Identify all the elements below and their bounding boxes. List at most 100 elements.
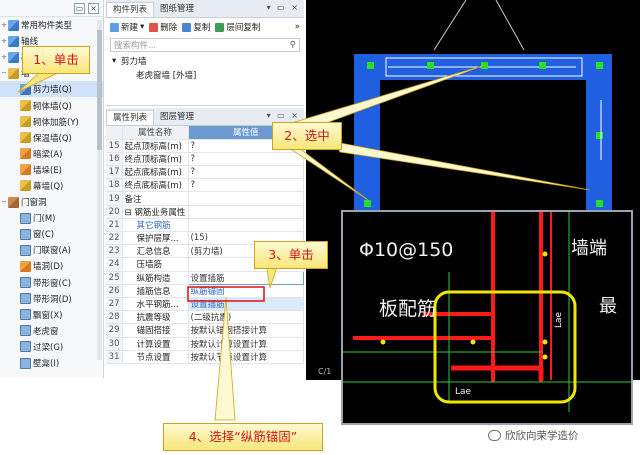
- delete-button[interactable]: 删除: [149, 21, 177, 33]
- property-value[interactable]: [188, 205, 304, 219]
- window-icon: [20, 228, 31, 240]
- column-icon: [8, 51, 19, 63]
- property-value[interactable]: ?: [188, 178, 304, 193]
- tree-item-niche[interactable]: 壁龛(I): [0, 355, 103, 371]
- new-button[interactable]: 新建 ▾: [110, 21, 144, 33]
- property-name: 水平钢筋...: [122, 297, 189, 312]
- tab-property-list[interactable]: 属性列表: [106, 110, 155, 125]
- chevron-down-icon[interactable]: ▾: [140, 22, 144, 32]
- row-number: 27: [106, 297, 123, 312]
- row-number: 24: [106, 257, 123, 272]
- rebar-dot: [380, 339, 386, 345]
- collapse-icon[interactable]: −: [0, 198, 8, 206]
- tree-item-door-window[interactable]: 门联窗(A): [0, 242, 103, 258]
- grip-node[interactable]: [539, 62, 546, 69]
- property-value[interactable]: 设置插筋: [187, 270, 304, 285]
- tree-item-strip-hole[interactable]: 带形洞(D): [0, 291, 103, 307]
- callout-step4: 4、选择“纵筋锚固”: [163, 423, 323, 451]
- collapse-icon[interactable]: ▾: [112, 56, 121, 66]
- curtain-wall-icon: [20, 180, 31, 192]
- tree-item-shear-wall[interactable]: 剪力墙(Q): [0, 81, 103, 98]
- row-number: 15: [106, 139, 123, 153]
- property-row[interactable]: 20 ⊟ 钢筋业务属性: [106, 205, 304, 219]
- rebar-dot: [470, 339, 476, 345]
- callout-step1: 1、单击: [22, 46, 90, 74]
- tab-component-list[interactable]: 构件列表: [106, 2, 155, 17]
- tab-layer-management[interactable]: 图层管理: [154, 110, 200, 125]
- tree-item-wall-hole[interactable]: 墙洞(D): [0, 258, 103, 274]
- grip-node[interactable]: [596, 200, 603, 207]
- property-value[interactable]: (二级抗震): [188, 310, 304, 325]
- grip-node[interactable]: [596, 62, 603, 69]
- tree-item-door[interactable]: 门(M): [0, 210, 103, 226]
- property-row[interactable]: 28 抗震等级 (二级抗震): [106, 310, 304, 325]
- tree-scrollbar-thumb[interactable]: [97, 30, 102, 150]
- grip-node[interactable]: [364, 200, 371, 207]
- property-row[interactable]: 25 纵筋构造 设置插筋: [106, 270, 304, 285]
- wall-end-label: 墙端: [571, 238, 607, 259]
- property-value[interactable]: 按默认计算设置计算: [188, 337, 304, 351]
- tree-item-dormer[interactable]: 老虎窗: [0, 323, 103, 339]
- property-row[interactable]: 31 节点设置 按默认节点设置计算: [106, 350, 304, 364]
- tab-drawing-management[interactable]: 图纸管理: [154, 2, 200, 17]
- tree-item-folder[interactable]: + 常用构件类型: [0, 17, 103, 33]
- property-row[interactable]: 19 备注: [106, 191, 304, 206]
- property-value[interactable]: 设置插筋: [188, 297, 304, 312]
- property-value[interactable]: ?: [188, 152, 304, 167]
- tree-scrollbar[interactable]: [97, 20, 102, 360]
- property-value[interactable]: [188, 218, 304, 233]
- tree-item-lintel[interactable]: 过梁(G): [0, 339, 103, 355]
- tree-item-label: 门(M): [33, 214, 56, 225]
- copy-button[interactable]: 复制: [182, 21, 210, 33]
- property-row[interactable]: 30 计算设置 按默认计算设置计算: [106, 337, 304, 351]
- expand-icon[interactable]: +: [0, 21, 8, 29]
- property-value[interactable]: [188, 191, 304, 206]
- search-icon[interactable]: ⚲: [290, 40, 296, 50]
- property-row[interactable]: 18 终点底标高(m)?: [106, 178, 304, 193]
- callout-step3: 3、单击: [254, 241, 328, 269]
- property-value[interactable]: ?: [188, 165, 304, 180]
- property-row[interactable]: 21 其它钢筋: [106, 218, 304, 233]
- component-search-input[interactable]: 搜索构件... ⚲: [110, 38, 300, 52]
- property-row[interactable]: 29 锚固搭接 按默认锚固搭接计算: [106, 323, 304, 338]
- property-row[interactable]: 17 起点底标高(m)?: [106, 165, 304, 180]
- tree-item-hidden-beam[interactable]: 暗梁(A): [0, 146, 103, 162]
- copy-label: 复制: [193, 23, 211, 33]
- grip-node[interactable]: [481, 62, 488, 69]
- property-row[interactable]: 16 终点顶标高(m)?: [106, 152, 304, 167]
- selected-left-wall[interactable]: [354, 54, 380, 210]
- close-icon[interactable]: ×: [88, 2, 99, 14]
- layer-copy-button[interactable]: 层间复制: [215, 21, 260, 33]
- tree-item-wall-pier[interactable]: 墙垛(E): [0, 162, 103, 178]
- tree-item-opening-group[interactable]: − 门窗洞: [0, 194, 103, 210]
- panel-controls[interactable]: ▾ ▭ ×: [267, 111, 300, 120]
- property-value[interactable]: 按默认锚固搭接计算: [188, 323, 304, 338]
- grip-node[interactable]: [596, 132, 603, 139]
- component-group-row[interactable]: ▾ 剪力墙: [106, 54, 304, 68]
- insulation-wall-icon: [20, 132, 31, 144]
- more-icon[interactable]: »: [295, 22, 300, 32]
- panel-controls[interactable]: ▾ ▭ ×: [267, 3, 300, 12]
- tree-item-strip-window[interactable]: 带形窗(C): [0, 275, 103, 291]
- tree-item-bay-window[interactable]: 飘窗(X): [0, 307, 103, 323]
- property-value[interactable]: 纵筋锚固: [188, 284, 304, 298]
- expand-icon[interactable]: +: [0, 37, 8, 45]
- grip-node[interactable]: [427, 62, 434, 69]
- property-row[interactable]: 26 插筋信息 纵筋锚固: [106, 284, 304, 298]
- expand-icon[interactable]: +: [0, 53, 8, 61]
- hidden-beam-icon: [20, 148, 31, 160]
- property-name: 汇总信息: [122, 244, 189, 259]
- slab-rebar-label: 板配筋: [379, 298, 436, 320]
- property-row[interactable]: 27 水平钢筋... 设置插筋: [106, 297, 304, 312]
- component-item-row[interactable]: 老虎窗墙 [外墙]: [106, 68, 304, 82]
- tree-item-masonry-wall[interactable]: 砌体墙(Q): [0, 97, 103, 113]
- collapse-icon[interactable]: ▭: [74, 2, 85, 14]
- tree-item-insulation-wall[interactable]: 保温墙(Q): [0, 130, 103, 146]
- tree-item-masonry-rebar[interactable]: 砌体加筋(Y): [0, 114, 103, 130]
- property-value[interactable]: 按默认节点设置计算: [188, 350, 304, 364]
- tree-item-window[interactable]: 窗(C): [0, 226, 103, 242]
- tree-item-curtain-wall[interactable]: 幕墙(Q): [0, 178, 103, 194]
- collapse-icon[interactable]: −: [0, 69, 8, 77]
- component-toolbar: 新建 ▾ 删除 复制 层间复制 »: [106, 18, 304, 36]
- grip-node[interactable]: [367, 62, 374, 69]
